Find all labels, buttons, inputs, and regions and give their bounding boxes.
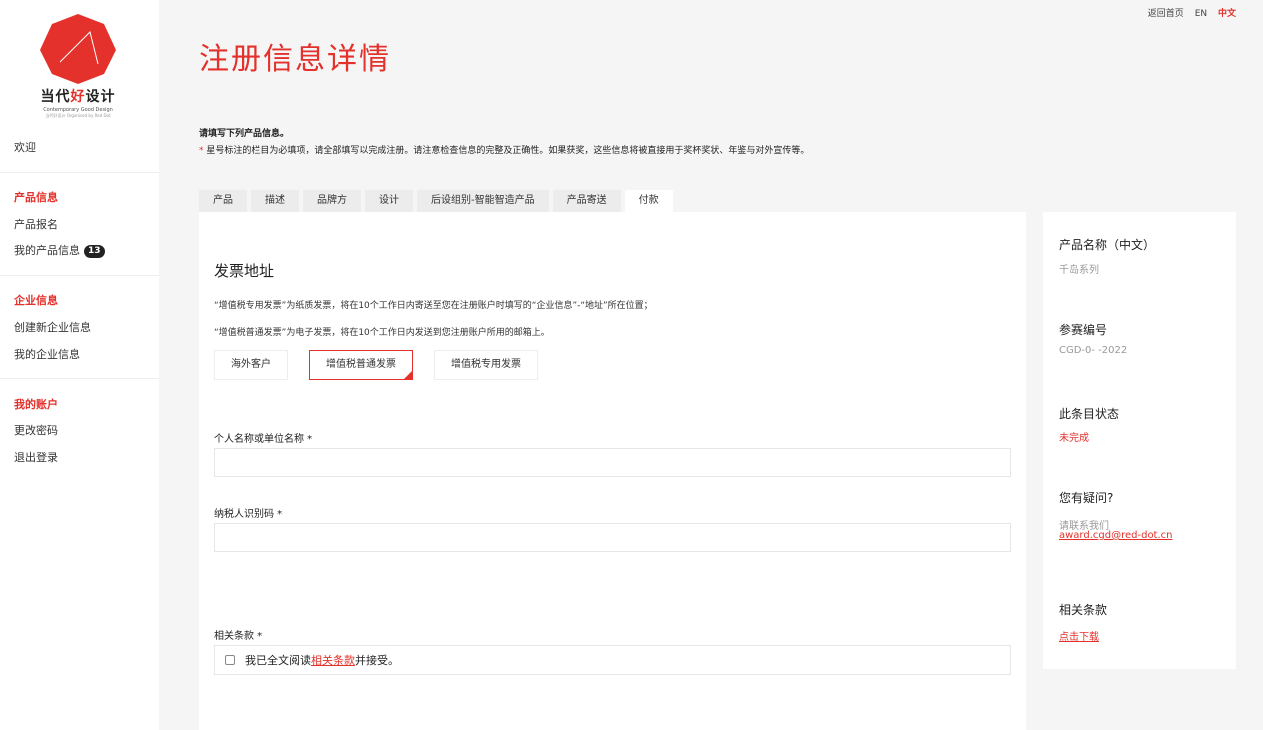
sidebar-item-my-company[interactable]: 我的企业信息 bbox=[14, 346, 80, 362]
tab-smart-manufacturing[interactable]: 后设组别-智能智造产品 bbox=[417, 190, 549, 212]
option-general-vat[interactable]: 增值税普通发票 bbox=[309, 350, 413, 380]
sidebar-item-create-company[interactable]: 创建新企业信息 bbox=[14, 319, 91, 335]
brand-name: 当代好设计 bbox=[40, 89, 116, 105]
terms-label: 相关条款 * bbox=[214, 631, 263, 642]
sidebar-divider bbox=[0, 378, 159, 379]
sidebar-item-product-register[interactable]: 产品报名 bbox=[14, 216, 58, 232]
contact-email-link[interactable]: award.cgd@red-dot.cn bbox=[1059, 530, 1173, 541]
logo-mark bbox=[38, 14, 118, 84]
terms-suffix: 并接受。 bbox=[355, 654, 399, 667]
brand-tagline: 当代好设计 Organised by Red Dot bbox=[45, 113, 111, 118]
tab-description[interactable]: 描述 bbox=[251, 190, 299, 212]
intro-line2-text: 星号标注的栏目为必填项，请全部填写以完成注册。请注意检查信息的完整及正确性。如果… bbox=[206, 146, 810, 156]
download-link[interactable]: 点击下载 bbox=[1059, 628, 1099, 643]
sidebar-item-logout[interactable]: 退出登录 bbox=[14, 449, 58, 465]
page-title: 注册信息详情 bbox=[199, 42, 391, 77]
sidebar-item-welcome[interactable]: 欢迎 bbox=[14, 139, 36, 155]
invoice-note-general: “增值税普通发票”为电子发票，将在10个工作日内发送到您注册账户所用的邮箱上。 bbox=[214, 328, 550, 338]
main-panel: 发票地址 “增值税专用发票”为纸质发票，将在10个工作日内寄送至您在注册账户时填… bbox=[199, 212, 1026, 730]
option-general-vat-label: 增值税普通发票 bbox=[326, 359, 396, 370]
tab-brand[interactable]: 品牌方 bbox=[303, 190, 361, 212]
tab-bar: 产品 描述 品牌方 设计 后设组别-智能智造产品 产品寄送 付款 bbox=[199, 190, 677, 212]
sidebar-section-account[interactable]: 我的账户 bbox=[14, 396, 58, 412]
terms-link[interactable]: 相关条款 bbox=[311, 652, 355, 668]
tax-id-field-label: 纳税人识别码 * bbox=[214, 509, 283, 520]
tab-payment[interactable]: 付款 bbox=[624, 190, 673, 212]
name-field-label: 个人名称或单位名称 * bbox=[214, 434, 313, 445]
option-overseas[interactable]: 海外客户 bbox=[214, 350, 288, 380]
intro-line2: * 星号标注的栏目为必填项，请全部填写以完成注册。请注意检查信息的完整及正确性。… bbox=[199, 143, 809, 156]
tab-shipping[interactable]: 产品寄送 bbox=[552, 190, 621, 212]
option-special-vat[interactable]: 增值税专用发票 bbox=[434, 350, 538, 380]
reference-title: 参赛编号 bbox=[1059, 323, 1108, 337]
section-title: 发票地址 bbox=[214, 262, 275, 280]
status-title: 此条目状态 bbox=[1059, 407, 1120, 421]
sidebar-item-my-products[interactable]: 我的产品信息 13 bbox=[14, 242, 105, 258]
tab-design[interactable]: 设计 bbox=[365, 190, 413, 212]
tab-product[interactable]: 产品 bbox=[199, 190, 247, 212]
selected-corner-icon bbox=[404, 371, 412, 379]
status-value: 未完成 bbox=[1059, 433, 1089, 444]
home-link[interactable]: 返回首页 bbox=[1148, 9, 1184, 19]
invoice-note-special: “增值税专用发票”为纸质发票，将在10个工作日内寄送至您在注册账户时填写的“企业… bbox=[214, 301, 653, 311]
terms-title: 相关条款 bbox=[1059, 603, 1108, 617]
sidebar-section-product[interactable]: 产品信息 bbox=[14, 189, 58, 205]
sidebar-divider bbox=[0, 275, 159, 276]
tax-id-field[interactable] bbox=[214, 523, 1011, 552]
sidebar-divider bbox=[0, 172, 159, 173]
terms-checkbox-row[interactable]: 我已全文阅读 相关条款 并接受。 bbox=[214, 645, 1011, 675]
question-title: 您有疑问? bbox=[1059, 491, 1114, 505]
name-field[interactable] bbox=[214, 448, 1011, 477]
product-name-value: 千岛系列 bbox=[1059, 265, 1099, 276]
lang-zh-link[interactable]: 中文 bbox=[1218, 9, 1236, 19]
lang-en-link[interactable]: EN bbox=[1195, 9, 1207, 19]
terms-checkbox[interactable] bbox=[225, 655, 235, 665]
intro-line1: 请填写下列产品信息。 bbox=[199, 129, 290, 139]
count-badge: 13 bbox=[84, 245, 105, 258]
sidebar-item-my-products-label: 我的产品信息 bbox=[14, 244, 80, 257]
top-bar: 返回首页 EN 中文 bbox=[1140, 6, 1236, 19]
invoice-type-options: 海外客户 增值税普通发票 增值税专用发票 bbox=[214, 350, 559, 380]
summary-panel: 产品名称（中文） 千岛系列 参赛编号 CGD-0- -2022 此条目状态 未完… bbox=[1043, 212, 1236, 669]
terms-prefix: 我已全文阅读 bbox=[245, 654, 311, 667]
product-name-title: 产品名称（中文） bbox=[1059, 238, 1156, 252]
brand-logo[interactable]: 当代好设计 Contemporary Good Design 当代好设计 Org… bbox=[38, 14, 118, 118]
required-star: * bbox=[199, 146, 204, 156]
intro-text: 请填写下列产品信息。 * 星号标注的栏目为必填项，请全部填写以完成注册。请注意检… bbox=[199, 126, 809, 156]
reference-value: CGD-0- -2022 bbox=[1059, 345, 1128, 356]
sidebar: 当代好设计 Contemporary Good Design 当代好设计 Org… bbox=[0, 0, 159, 730]
sidebar-section-company[interactable]: 企业信息 bbox=[14, 292, 58, 308]
sidebar-item-change-password[interactable]: 更改密码 bbox=[14, 422, 58, 438]
